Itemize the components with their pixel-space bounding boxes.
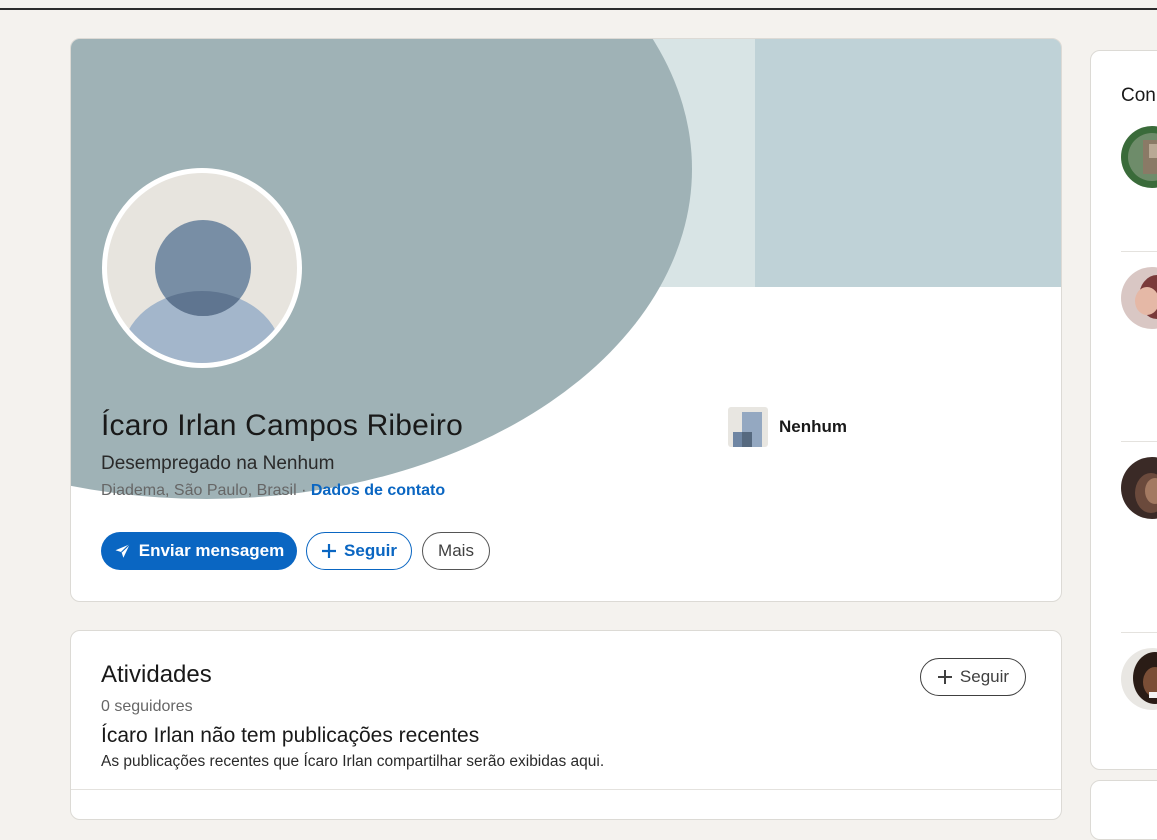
suggested-profile-avatar[interactable] [1121, 457, 1157, 519]
sidebar-divider [1121, 632, 1157, 633]
avatar-overlap [155, 220, 251, 316]
suggested-profile-avatar[interactable] [1121, 126, 1157, 188]
avatar-placeholder-icon [107, 173, 297, 363]
activity-divider [71, 789, 1061, 790]
company-logo-icon [728, 407, 768, 447]
activity-follow-label: Seguir [959, 667, 1010, 686]
suggestions-sidebar: Con [1090, 50, 1157, 770]
activity-title: Atividades [101, 661, 212, 688]
profile-location-line: Diadema, São Paulo, Brasil · Dados de co… [101, 482, 445, 500]
more-button[interactable]: Mais [422, 532, 490, 570]
profile-card: Ícaro Irlan Campos Ribeiro Desempregado … [70, 38, 1062, 602]
sidebar-card-2 [1090, 780, 1157, 840]
send-message-label: Enviar mensagem [138, 541, 285, 560]
profile-location: Diadema, São Paulo, Brasil [101, 482, 297, 499]
send-icon [114, 542, 132, 560]
sidebar-divider [1121, 441, 1157, 442]
suggested-profile-avatar[interactable] [1121, 648, 1157, 710]
no-posts-title: Ícaro Irlan não tem publicações recentes [101, 724, 480, 747]
send-message-button[interactable]: Enviar mensagem [101, 532, 297, 570]
profile-avatar[interactable] [102, 168, 302, 368]
activity-follow-button[interactable]: Seguir [920, 658, 1026, 696]
follow-button[interactable]: Seguir [306, 532, 412, 570]
suggested-profile-avatar[interactable] [1121, 267, 1157, 329]
more-label: Mais [438, 541, 474, 560]
top-nav-edge [0, 0, 1157, 10]
sidebar-title: Con [1121, 85, 1156, 106]
plus-icon [937, 669, 953, 685]
plus-icon [321, 543, 337, 559]
current-company[interactable]: Nenhum [728, 407, 847, 447]
company-name: Nenhum [779, 417, 847, 436]
location-separator: · [296, 482, 311, 499]
sidebar-divider [1121, 251, 1157, 252]
profile-headline: Desempregado na Nenhum [101, 453, 335, 474]
no-posts-description: As publicações recentes que Ícaro Irlan … [101, 753, 605, 770]
activity-card: Atividades 0 seguidores Ícaro Irlan não … [70, 630, 1062, 820]
banner-right [755, 39, 1061, 287]
contact-info-link[interactable]: Dados de contato [311, 482, 445, 499]
followers-count[interactable]: 0 seguidores [101, 698, 193, 716]
follow-label: Seguir [344, 541, 397, 560]
profile-name: Ícaro Irlan Campos Ribeiro [101, 409, 464, 442]
